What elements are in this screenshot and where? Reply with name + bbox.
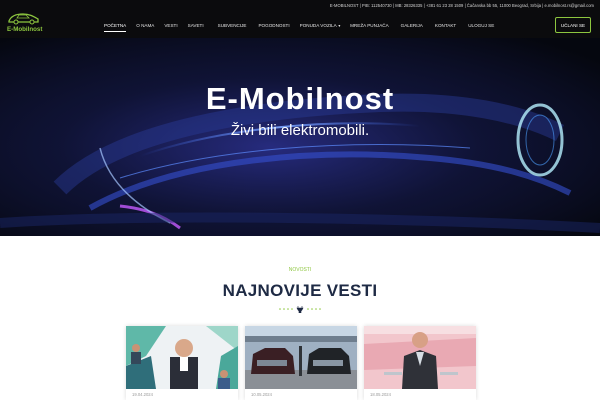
hero-subtitle: Živi bili elektromobili. xyxy=(230,122,370,139)
nav-item-kontakt[interactable]: Kontakt xyxy=(435,20,456,32)
nav-item-uloguj-se[interactable]: Uloguj se xyxy=(468,20,494,32)
news-card-image xyxy=(364,326,476,389)
main-nav: Početna O nama Vesti Saveti Subvencije P… xyxy=(104,20,494,32)
hero-title: E-Mobilnost xyxy=(205,81,395,116)
top-header: E-MOBILNOST | PIB: 112540730 | MB: 28326… xyxy=(0,0,600,38)
join-button[interactable]: UČLANI SE xyxy=(555,17,591,33)
logo[interactable]: E-Mobilnost xyxy=(5,11,49,35)
hero-banner: E-Mobilnost Živi bili elektromobili. xyxy=(0,38,600,236)
nav-item-mreza-punjaca[interactable]: Mreža punjača xyxy=(350,20,389,32)
news-card[interactable]: 10.05.2024 xyxy=(245,326,357,400)
news-section: NOVOSTI NAJNOVIJE VESTI 19.04.2024 10.05… xyxy=(0,236,600,400)
section-title: NAJNOVIJE VESTI xyxy=(222,281,378,300)
chevron-down-icon: ▼ xyxy=(337,24,342,28)
nav-item-vesti[interactable]: Vesti xyxy=(164,20,177,32)
news-card-image xyxy=(245,326,357,389)
logo-text: E-Mobilnost xyxy=(7,26,43,33)
nav-item-pogodnosti[interactable]: Pogodnosti xyxy=(258,20,289,32)
news-card[interactable]: 19.04.2024 xyxy=(126,326,238,400)
nav-item-pocetna[interactable]: Početna xyxy=(104,20,127,32)
news-card-date: 10.05.2024 xyxy=(251,392,272,397)
news-card-date: 18.05.2024 xyxy=(370,392,391,397)
news-card[interactable]: 18.05.2024 xyxy=(364,326,476,400)
news-card-image xyxy=(126,326,238,389)
nav-item-ponuda-vozila-label: Ponuda vozila xyxy=(299,23,337,28)
nav-item-o-nama[interactable]: O nama xyxy=(136,20,154,32)
nav-item-subvencije[interactable]: Subvencije xyxy=(218,20,247,32)
contact-info: E-MOBILNOST | PIB: 112540730 | MB: 28326… xyxy=(329,3,594,8)
nav-item-galerija[interactable]: Galerija xyxy=(401,20,423,32)
car-logo-icon xyxy=(8,13,39,25)
section-kicker: NOVOSTI xyxy=(288,267,312,273)
nav-item-ponuda-vozila[interactable]: Ponuda vozila▼ xyxy=(300,20,341,32)
nav-item-saveti[interactable]: Saveti xyxy=(188,20,204,32)
plug-divider-icon xyxy=(279,306,321,313)
news-card-date: 19.04.2024 xyxy=(132,392,153,397)
